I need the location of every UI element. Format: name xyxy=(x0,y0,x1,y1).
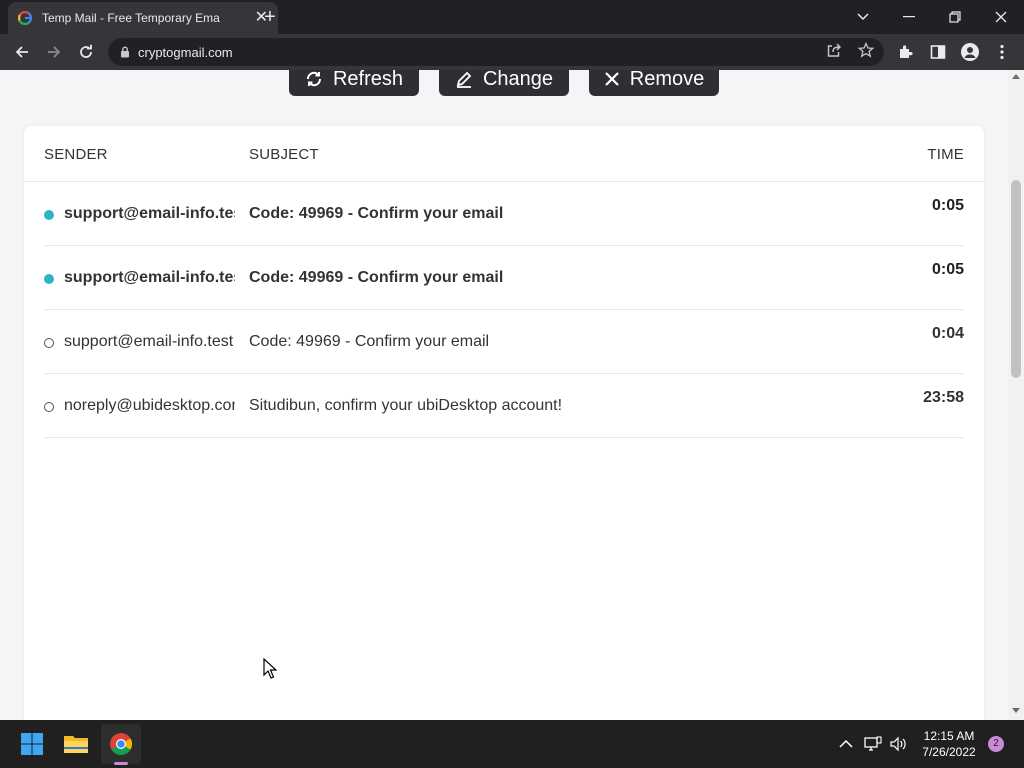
windows-logo-icon xyxy=(21,733,43,755)
bookmark-star-icon[interactable] xyxy=(856,40,876,60)
start-button[interactable] xyxy=(12,724,52,764)
refresh-label: Refresh xyxy=(332,70,404,90)
inbox-card: SENDER SUBJECT TIME support@email-info.t… xyxy=(24,126,984,720)
extensions-icon[interactable] xyxy=(896,42,916,62)
email-sender: noreply@ubidesktop.com xyxy=(64,397,235,414)
side-panel-icon[interactable] xyxy=(928,42,948,62)
email-subject: Code: 49969 - Confirm your email xyxy=(249,205,504,222)
clock-date: 7/26/2022 xyxy=(922,745,976,759)
scroll-down-icon[interactable] xyxy=(1012,708,1020,713)
change-label: Change xyxy=(482,70,554,90)
email-subject: Code: 49969 - Confirm your email xyxy=(249,333,490,350)
email-time: 23:58 xyxy=(923,389,964,406)
clock-time: 12:15 AM xyxy=(923,729,975,743)
windows-taskbar: 12:15 AM 7/26/2022 2 xyxy=(0,720,1024,768)
unread-dot-icon xyxy=(44,210,54,220)
remove-button[interactable]: Remove xyxy=(589,70,719,96)
chrome-taskbar-button[interactable] xyxy=(101,724,141,764)
notification-badge[interactable]: 2 xyxy=(988,736,1004,752)
email-time: 0:04 xyxy=(931,325,964,342)
email-sender: support@email-info.test xyxy=(64,269,235,286)
scroll-up-icon[interactable] xyxy=(1012,74,1020,79)
unread-dot-icon xyxy=(44,274,54,284)
email-sender: support@email-info.test xyxy=(64,205,235,222)
mouse-cursor-icon xyxy=(263,658,277,679)
change-button[interactable]: Change xyxy=(439,70,569,96)
column-header-time: TIME xyxy=(927,146,964,163)
new-tab-icon[interactable]: + xyxy=(258,6,282,28)
browser-tab[interactable]: Temp Mail - Free Temporary Ema ✕ xyxy=(8,2,278,34)
email-time: 0:05 xyxy=(931,197,964,214)
tab-search-icon[interactable] xyxy=(840,0,886,34)
scroll-thumb[interactable] xyxy=(1011,180,1021,378)
taskbar-clock[interactable]: 12:15 AM 7/26/2022 xyxy=(916,728,982,760)
column-header-subject: SUBJECT xyxy=(249,146,319,163)
reload-icon[interactable] xyxy=(74,40,98,64)
folder-icon xyxy=(64,736,88,753)
volume-icon[interactable] xyxy=(888,734,908,754)
network-icon[interactable] xyxy=(863,734,883,754)
chrome-icon xyxy=(110,733,132,755)
email-sender: support@email-info.test xyxy=(64,333,234,350)
page-scrollbar[interactable] xyxy=(1008,70,1024,720)
page-viewport: Refresh Change Remove SENDER SUBJECT TIM… xyxy=(0,70,1008,720)
email-row[interactable]: noreply@ubidesktop.com Situdibun, confir… xyxy=(44,374,964,438)
tab-title: Temp Mail - Free Temporary Ema xyxy=(42,11,220,25)
remove-label: Remove xyxy=(629,70,705,90)
browser-toolbar: cryptogmail.com xyxy=(0,34,1024,70)
google-favicon-icon xyxy=(18,11,32,25)
refresh-icon xyxy=(306,71,321,87)
back-icon[interactable] xyxy=(10,40,34,64)
email-time: 0:05 xyxy=(931,261,964,278)
restore-icon[interactable] xyxy=(932,0,978,34)
read-dot-icon xyxy=(44,402,54,412)
active-app-indicator xyxy=(114,762,128,765)
refresh-button[interactable]: Refresh xyxy=(289,70,419,96)
email-row[interactable]: support@email-info.test Code: 49969 - Co… xyxy=(44,246,964,310)
url-text: cryptogmail.com xyxy=(138,44,233,60)
browser-titlebar: Temp Mail - Free Temporary Ema ✕ + xyxy=(0,0,1024,34)
read-dot-icon xyxy=(44,338,54,348)
address-bar[interactable]: cryptogmail.com xyxy=(108,38,884,66)
email-row[interactable]: support@email-info.test Code: 49969 - Co… xyxy=(44,182,964,246)
email-subject: Situdibun, confirm your ubiDesktop accou… xyxy=(249,397,563,414)
menu-kebab-icon[interactable] xyxy=(992,42,1012,62)
profile-icon[interactable] xyxy=(960,42,980,62)
share-icon[interactable] xyxy=(824,40,844,60)
close-window-icon[interactable] xyxy=(978,0,1024,34)
forward-icon[interactable] xyxy=(42,40,66,64)
column-header-sender: SENDER xyxy=(44,146,108,163)
minimize-icon[interactable] xyxy=(886,0,932,34)
file-explorer-button[interactable] xyxy=(56,724,96,764)
close-icon xyxy=(604,72,619,86)
lock-icon xyxy=(121,46,129,58)
email-row[interactable]: support@email-info.test Code: 49969 - Co… xyxy=(44,310,964,374)
chevron-up-icon[interactable] xyxy=(836,734,856,754)
pencil-icon xyxy=(456,71,472,88)
email-subject: Code: 49969 - Confirm your email xyxy=(249,269,504,286)
